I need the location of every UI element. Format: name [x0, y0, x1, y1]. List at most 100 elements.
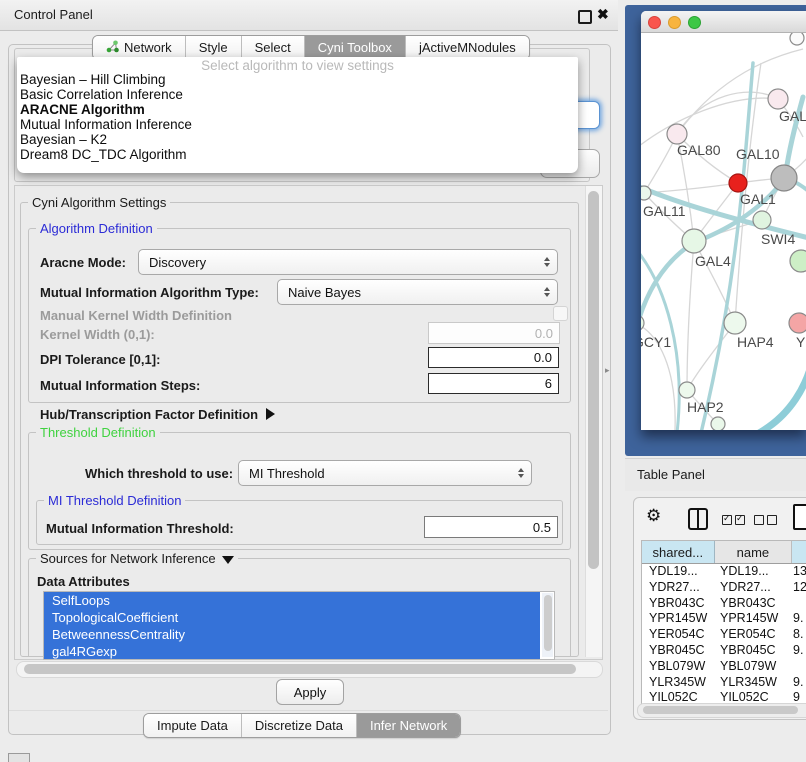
network-node-y[interactable]: [789, 313, 806, 333]
network-window-titlebar[interactable]: [641, 11, 806, 33]
tab-network[interactable]: Network: [93, 36, 185, 59]
tab-jactivemnodules[interactable]: jActiveMNodules: [405, 36, 529, 59]
network-node-gal10[interactable]: [771, 165, 797, 191]
tab-cyni-toolbox[interactable]: Cyni Toolbox: [304, 36, 405, 59]
tab-label: jActiveMNodules: [419, 40, 516, 55]
apply-button[interactable]: Apply: [276, 679, 344, 705]
network-node[interactable]: [729, 174, 747, 192]
gear-icon[interactable]: ⚙: [646, 506, 661, 526]
mi-threshold-label: Mutual Information Threshold:: [46, 521, 234, 536]
control-panel-titlebar: Control Panel ✖: [0, 0, 618, 31]
table-column-header[interactable]: shared...: [642, 541, 715, 563]
kernel-width-value: 0.0: [535, 326, 553, 341]
network-node[interactable]: [790, 33, 804, 45]
algorithm-dropdown-popup: Select algorithm to view settings Bayesi…: [17, 57, 578, 173]
cyni-settings-group-title: Cyni Algorithm Settings: [28, 195, 170, 210]
aracne-mode-combobox[interactable]: Discovery: [138, 249, 558, 275]
network-node-gal[interactable]: [768, 89, 788, 109]
network-node-label: SWI4: [761, 231, 795, 247]
stepper-arrows-icon: [518, 468, 524, 478]
panel-title: Control Panel: [14, 7, 93, 22]
close-icon[interactable]: ✖: [597, 6, 609, 23]
tab-style[interactable]: Style: [185, 36, 241, 59]
network-node-hap2[interactable]: [679, 382, 695, 398]
table-hscrollbar-thumb[interactable]: [643, 706, 798, 714]
tab-label: Discretize Data: [255, 718, 343, 733]
close-traffic-light[interactable]: [648, 16, 661, 29]
network-node-gal11[interactable]: [641, 186, 651, 200]
settings-scrollbar-thumb[interactable]: [588, 191, 599, 569]
table-row[interactable]: YBR043CYBR043C: [642, 596, 806, 612]
zoom-traffic-light[interactable]: [688, 16, 701, 29]
network-canvas[interactable]: GALGAL80GAL10GAL11GAL1SWI4GAL4GCY1HAP4YH…: [641, 33, 806, 430]
which-threshold-combobox[interactable]: MI Threshold: [238, 460, 532, 486]
attribute-list-item[interactable]: BetweennessCentrality: [44, 626, 540, 643]
network-node-label: GAL4: [695, 253, 731, 269]
settings-horizontal-scrollbar[interactable]: [16, 661, 603, 678]
table-cell: YBL079W: [715, 659, 793, 675]
table-column-header[interactable]: name: [715, 541, 793, 563]
network-node-gal1[interactable]: [753, 211, 771, 229]
data-attributes-list[interactable]: SelfLoopsTopologicalCoefficientBetweenne…: [43, 591, 555, 660]
network-node-swi4[interactable]: [790, 250, 806, 272]
columns-icon[interactable]: [688, 508, 708, 530]
network-node-hap4[interactable]: [724, 312, 746, 334]
table-row[interactable]: YDR27...YDR27...12: [642, 580, 806, 596]
attribute-list-item[interactable]: TopologicalCoefficient: [44, 609, 540, 626]
hub-definition-toggle[interactable]: Hub/Transcription Factor Definition: [40, 406, 275, 424]
select-all-columns-icon[interactable]: [722, 512, 748, 530]
dock-panel-icon[interactable]: [8, 753, 30, 762]
collapse-down-icon[interactable]: [222, 556, 234, 564]
algorithm-option[interactable]: Dream8 DC_TDC Algorithm: [17, 147, 578, 162]
settings-vertical-scrollbar[interactable]: [585, 186, 602, 657]
table-panel-title: Table Panel: [637, 467, 705, 482]
table-row[interactable]: YBR045CYBR045C9.: [642, 643, 806, 659]
algorithm-option[interactable]: Bayesian – K2: [17, 132, 578, 147]
network-node-gal80[interactable]: [667, 124, 687, 144]
manual-kernel-width-checkbox[interactable]: [553, 306, 568, 321]
table-cell: YER054C: [715, 627, 793, 643]
tab-impute-data[interactable]: Impute Data: [144, 714, 241, 737]
table-row[interactable]: YLR345WYLR345W9.: [642, 675, 806, 691]
table-row[interactable]: YER054CYER054C8.: [642, 627, 806, 643]
new-table-icon[interactable]: [793, 504, 806, 530]
table-row[interactable]: YDL19...YDL19...13: [642, 564, 806, 580]
mi-steps-value: 6: [545, 376, 552, 391]
tab-select[interactable]: Select: [241, 36, 304, 59]
table-row[interactable]: YPR145WYPR145W9.: [642, 611, 806, 627]
table-horizontal-scrollbar[interactable]: [637, 703, 806, 718]
table-column-header[interactable]: [792, 541, 806, 563]
table-cell: YER054C: [642, 627, 715, 643]
algorithm-option[interactable]: Bayesian – Hill Climbing: [17, 72, 578, 87]
mi-algorithm-type-combobox[interactable]: Naive Bayes: [277, 279, 558, 305]
minimize-traffic-light[interactable]: [668, 16, 681, 29]
attributes-list-scrollbar[interactable]: [542, 593, 553, 657]
settings-hscrollbar-thumb[interactable]: [24, 664, 576, 674]
algorithm-option[interactable]: Basic Correlation Inference: [17, 87, 578, 102]
mi-threshold-definition-title: MI Threshold Definition: [44, 493, 185, 508]
attribute-list-item[interactable]: gal4RGexp: [44, 643, 540, 660]
algorithm-option[interactable]: Mutual Information Inference: [17, 117, 578, 132]
float-window-icon[interactable]: [578, 10, 592, 24]
table-cell: YLR345W: [642, 675, 715, 691]
table-header-row: shared...name: [642, 541, 806, 564]
mi-steps-label: Mutual Information Steps:: [40, 378, 200, 393]
table-cell: [793, 596, 806, 612]
tab-infer-network[interactable]: Infer Network: [356, 714, 460, 737]
network-node[interactable]: [711, 417, 725, 430]
dpi-tolerance-field[interactable]: 0.0: [428, 347, 559, 368]
sources-group-title: Sources for Network Inference: [36, 551, 238, 566]
network-window[interactable]: GALGAL80GAL10GAL11GAL1SWI4GAL4GCY1HAP4YH…: [641, 11, 806, 430]
deselect-all-columns-icon[interactable]: [754, 512, 780, 530]
attributes-scrollbar-thumb[interactable]: [544, 595, 552, 651]
mi-steps-field[interactable]: 6: [428, 373, 559, 394]
splitter-arrow-icon[interactable]: ▸: [605, 365, 610, 376]
network-node-gal4[interactable]: [682, 229, 706, 253]
table-row[interactable]: YBL079WYBL079W: [642, 659, 806, 675]
tab-discretize-data[interactable]: Discretize Data: [241, 714, 356, 737]
kernel-width-field[interactable]: 0.0: [428, 322, 560, 344]
attribute-list-item[interactable]: SelfLoops: [44, 592, 540, 609]
algorithm-option[interactable]: ARACNE Algorithm: [17, 102, 578, 117]
mi-threshold-field[interactable]: 0.5: [424, 516, 558, 538]
expand-right-icon: [266, 408, 275, 420]
